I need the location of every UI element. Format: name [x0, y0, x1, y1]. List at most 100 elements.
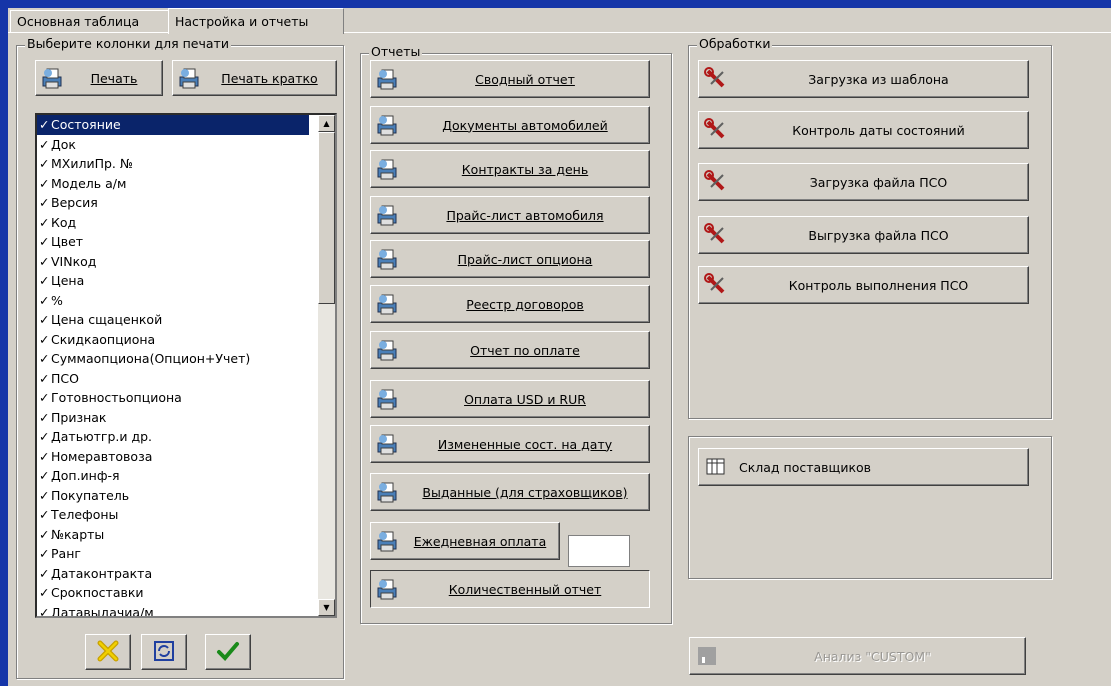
column-item[interactable]: ✓ Доп.инф-я [37, 466, 309, 486]
column-item[interactable]: ✓ Признак [37, 408, 309, 428]
checkbox-icon[interactable]: ✓ [39, 525, 51, 545]
daily-payment-field[interactable] [568, 535, 630, 567]
wrench-icon [703, 169, 729, 195]
column-item[interactable]: ✓ Готовностьопциона [37, 388, 309, 408]
column-item[interactable]: ✓ Датьютгр.и др. [37, 427, 309, 447]
checkbox-icon[interactable]: ✓ [39, 564, 51, 584]
checkbox-icon[interactable]: ✓ [39, 349, 51, 369]
checkbox-icon[interactable]: ✓ [39, 232, 51, 252]
checkbox-icon[interactable]: ✓ [39, 447, 51, 467]
columns-list: ✓ Состояние ✓ Док ✓ МХилиПр. № ✓ Модель а/м ✓ Вер… [37, 115, 309, 617]
warehouse-button[interactable]: Склад поставщиков [698, 448, 1029, 486]
checkbox-icon[interactable]: ✓ [39, 388, 51, 408]
column-item[interactable]: ✓ МХилиПр. № [37, 154, 309, 174]
report-button[interactable]: Количественный отчет [370, 570, 650, 608]
printer-icon [375, 479, 401, 505]
processing-button-label: Загрузка из шаблона [808, 71, 949, 87]
column-item[interactable]: ✓ ПСО [37, 369, 309, 389]
scroll-up-icon[interactable]: ▲ [318, 115, 335, 132]
checkbox-icon[interactable]: ✓ [39, 252, 51, 272]
column-item[interactable]: ✓ Состояние [37, 115, 309, 135]
column-item-label: Состояние [51, 117, 121, 132]
checkbox-icon[interactable]: ✓ [39, 310, 51, 330]
report-button-label: Ежедневная оплата [413, 533, 547, 549]
report-button[interactable]: Документы автомобилей [370, 106, 650, 144]
report-button-label: Оплата USD и RUR [464, 391, 586, 407]
column-item[interactable]: ✓ Модель а/м [37, 174, 309, 194]
column-item[interactable]: ✓ Скидкаопциона [37, 330, 309, 350]
checkbox-icon[interactable]: ✓ [39, 466, 51, 486]
checkbox-icon[interactable]: ✓ [39, 115, 51, 135]
printer-icon [375, 202, 401, 228]
column-item[interactable]: ✓ Покупатель [37, 486, 309, 506]
column-item-label: Модель а/м [51, 175, 127, 191]
clear-selection-button[interactable] [85, 634, 131, 670]
print-button[interactable]: Печать [35, 60, 163, 96]
processing-button[interactable]: Загрузка из шаблона [698, 60, 1029, 98]
column-item[interactable]: ✓ Цвет [37, 232, 309, 252]
checkbox-icon[interactable]: ✓ [39, 271, 51, 291]
column-item[interactable]: ✓ Датавыдачиа/м [37, 603, 309, 617]
checkbox-icon[interactable]: ✓ [39, 213, 51, 233]
checkbox-icon[interactable]: ✓ [39, 486, 51, 506]
column-item[interactable]: ✓ Суммаопциона(Опцион+Учет) [37, 349, 309, 369]
report-button[interactable]: Ежедневная оплата [370, 522, 560, 560]
cross-icon [96, 639, 120, 666]
column-item[interactable]: ✓ Номеравтовоза [37, 447, 309, 467]
report-button[interactable]: Отчет по оплате [370, 331, 650, 369]
column-item-label: Датаконтракта [51, 565, 153, 581]
checkbox-icon[interactable]: ✓ [39, 174, 51, 194]
processing-button[interactable]: Контроль выполнения ПСО [698, 266, 1029, 304]
wrench-icon [703, 222, 729, 248]
checkbox-icon[interactable]: ✓ [39, 505, 51, 525]
checkbox-icon[interactable]: ✓ [39, 583, 51, 603]
checkbox-icon[interactable]: ✓ [39, 193, 51, 213]
column-item[interactable]: ✓ Док [37, 135, 309, 155]
report-button[interactable]: Прайс-лист опциона [370, 240, 650, 278]
column-item[interactable]: ✓ Ранг [37, 544, 309, 564]
report-button[interactable]: Измененные сост. на дату [370, 425, 650, 463]
print-short-button[interactable]: Печать кратко [172, 60, 337, 96]
checkbox-icon[interactable]: ✓ [39, 408, 51, 428]
checkbox-icon[interactable]: ✓ [39, 427, 51, 447]
report-button[interactable]: Оплата USD и RUR [370, 380, 650, 418]
tab-settings-reports[interactable]: Настройка и отчеты [168, 8, 344, 34]
column-item[interactable]: ✓ Цена сщаценкой [37, 310, 309, 330]
checkbox-icon[interactable]: ✓ [39, 154, 51, 174]
printer-icon [375, 156, 401, 182]
column-item[interactable]: ✓ VINкод [37, 252, 309, 272]
report-button[interactable]: Прайс-лист автомобиля [370, 196, 650, 234]
report-button-label: Сводный отчет [475, 71, 575, 87]
column-item[interactable]: ✓ Код [37, 213, 309, 233]
checkbox-icon[interactable]: ✓ [39, 603, 51, 617]
report-button[interactable]: Реестр договоров [370, 285, 650, 323]
checkbox-icon[interactable]: ✓ [39, 369, 51, 389]
processing-button[interactable]: Выгрузка файла ПСО [698, 216, 1029, 254]
checkbox-icon[interactable]: ✓ [39, 330, 51, 350]
checkbox-icon[interactable]: ✓ [39, 544, 51, 564]
processing-button[interactable]: Контроль даты состояний [698, 111, 1029, 149]
column-item[interactable]: ✓ Версия [37, 193, 309, 213]
tab-main-table[interactable]: Основная таблица [10, 10, 174, 33]
column-item-label: Ранг [51, 546, 81, 561]
column-item[interactable]: ✓ Цена [37, 271, 309, 291]
column-item[interactable]: ✓ Срокпоставки [37, 583, 309, 603]
invert-selection-button[interactable] [141, 634, 187, 670]
checkbox-icon[interactable]: ✓ [39, 291, 51, 311]
column-item[interactable]: ✓ №карты [37, 525, 309, 545]
column-item[interactable]: ✓% [37, 291, 309, 311]
scroll-down-icon[interactable]: ▼ [318, 599, 335, 616]
checkbox-icon[interactable]: ✓ [39, 135, 51, 155]
column-item-label: Цвет [51, 234, 84, 249]
column-item[interactable]: ✓ Телефоны [37, 505, 309, 525]
select-all-button[interactable] [205, 634, 251, 670]
report-button[interactable]: Выданные (для страховщиков) [370, 473, 650, 511]
report-button[interactable]: Контракты за день [370, 150, 650, 188]
column-item-label: Цена сщаценкой [51, 312, 163, 327]
listbox-scrollbar[interactable]: ▲ ▼ [318, 115, 335, 616]
column-item[interactable]: ✓ Датаконтракта [37, 564, 309, 584]
scroll-thumb[interactable] [318, 132, 335, 304]
columns-listbox[interactable]: ✓ Состояние ✓ Док ✓ МХилиПр. № ✓ Модель а/м ✓ Вер… [35, 113, 337, 618]
processing-button[interactable]: Загрузка файла ПСО [698, 163, 1029, 201]
report-button[interactable]: Сводный отчет [370, 60, 650, 98]
